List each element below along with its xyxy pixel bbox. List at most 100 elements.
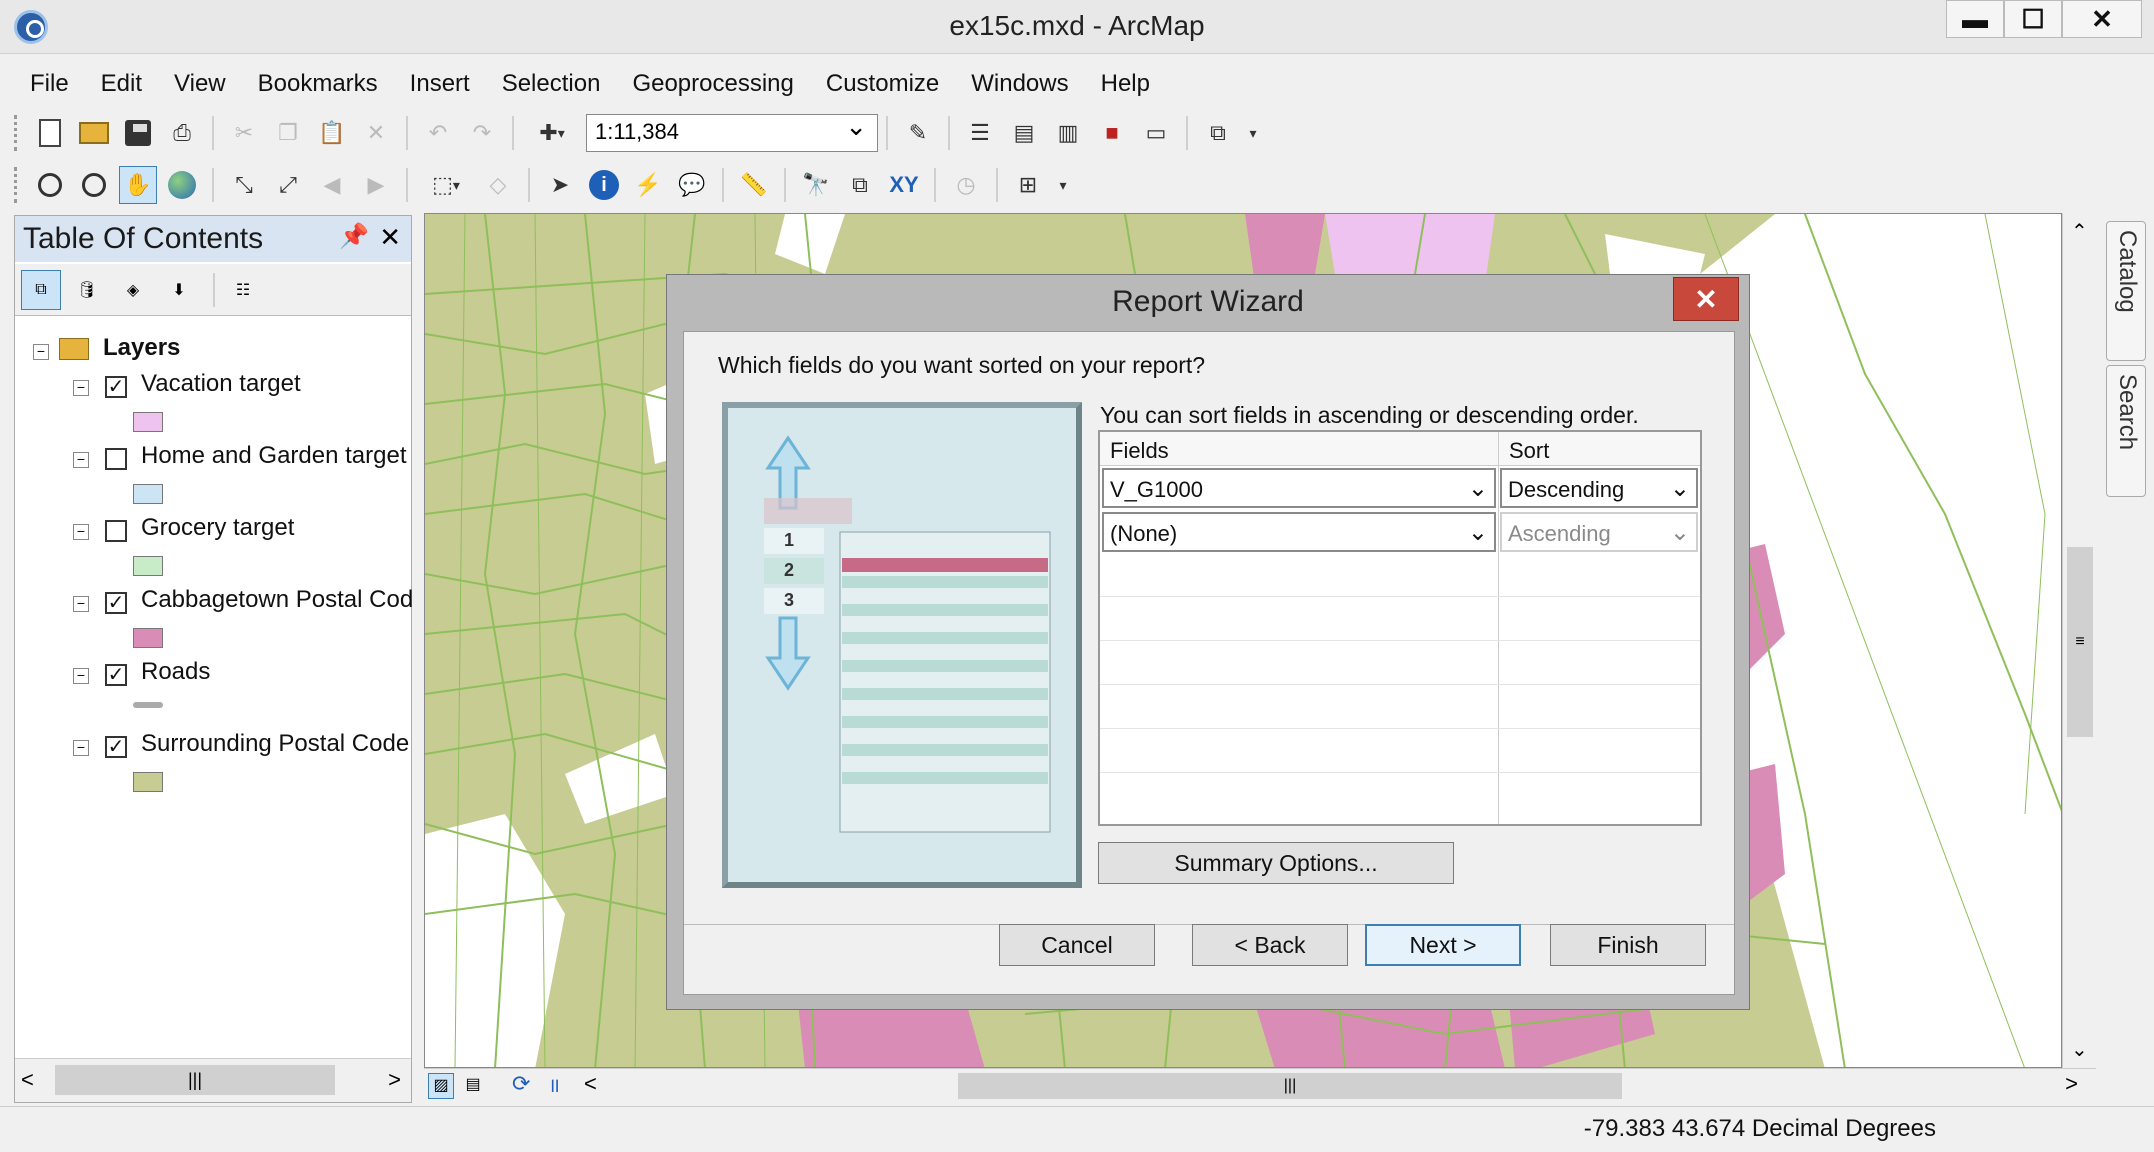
zoom-in-icon[interactable] [31, 166, 69, 204]
layer-symbol-swatch[interactable] [133, 484, 163, 504]
sort-field-select[interactable]: V_G1000 ⌄ [1102, 468, 1496, 508]
scroll-up-icon[interactable]: ⌃ [2071, 219, 2088, 244]
layer-name[interactable]: Vacation target [141, 370, 301, 398]
pin-icon[interactable]: 📌 [339, 222, 369, 251]
list-by-selection-icon[interactable]: ⬇ [159, 270, 199, 310]
menu-customize[interactable]: Customize [810, 70, 955, 98]
paste-icon[interactable]: 📋 [313, 114, 351, 152]
dialog-close-button[interactable]: ✕ [1673, 277, 1739, 321]
python-window-icon[interactable]: ▭ [1137, 114, 1175, 152]
go-to-xy-icon[interactable]: XY [885, 166, 923, 204]
clear-selection-icon[interactable]: ◇ [479, 166, 517, 204]
finish-button[interactable]: Finish [1550, 924, 1706, 966]
scroll-right-icon[interactable]: > [388, 1067, 401, 1093]
scroll-down-icon[interactable]: ⌄ [2071, 1037, 2088, 1062]
toolbar-grip[interactable] [14, 167, 22, 203]
collapse-icon[interactable]: − [73, 596, 89, 612]
select-features-icon[interactable]: ⬚ ▾ [419, 166, 473, 204]
identify-icon[interactable]: i [585, 166, 623, 204]
collapse-icon[interactable]: − [73, 380, 89, 396]
menu-selection[interactable]: Selection [486, 70, 617, 98]
cancel-button[interactable]: Cancel [999, 924, 1155, 966]
collapse-icon[interactable]: − [73, 668, 89, 684]
close-icon[interactable]: ✕ [379, 222, 401, 253]
maximize-button[interactable]: ☐ [2004, 0, 2062, 38]
zoom-out-icon[interactable] [75, 166, 113, 204]
delete-icon[interactable]: ✕ [357, 114, 395, 152]
editor-toolbar-icon[interactable]: ✎ [899, 114, 937, 152]
layer-checkbox[interactable] [105, 520, 127, 542]
collapse-icon[interactable]: − [33, 344, 49, 360]
sort-order-select[interactable]: Descending ⌄ [1500, 468, 1698, 508]
copy-icon[interactable]: ❐ [269, 114, 307, 152]
find-route-icon[interactable]: ⧉ [841, 166, 879, 204]
scrollbar-thumb[interactable]: ≡ [2067, 547, 2093, 737]
arctoolbox-icon[interactable]: ■ [1093, 114, 1131, 152]
search-window-icon[interactable]: ▥ [1049, 114, 1087, 152]
next-button[interactable]: Next > [1365, 924, 1521, 966]
layer-symbol-swatch[interactable] [133, 702, 163, 708]
print-icon[interactable]: ⎙ [163, 114, 201, 152]
layer-name[interactable]: Roads [141, 658, 210, 686]
select-elements-icon[interactable]: ➤ [541, 166, 579, 204]
layer-symbol-swatch[interactable] [133, 772, 163, 792]
back-button[interactable]: < Back [1192, 924, 1348, 966]
menu-geoprocessing[interactable]: Geoprocessing [616, 70, 809, 98]
layer-name[interactable]: Cabbagetown Postal Cod [141, 586, 413, 614]
map-vertical-scrollbar[interactable]: ⌃ ≡ ⌄ [2062, 213, 2096, 1068]
layer-name[interactable]: Grocery target [141, 514, 294, 542]
map-scale-combo[interactable]: 1:11,384 [586, 111, 878, 152]
layer-symbol-swatch[interactable] [133, 412, 163, 432]
collapse-icon[interactable]: − [73, 452, 89, 468]
layers-root-label[interactable]: Layers [103, 334, 180, 362]
layer-checkbox[interactable] [105, 448, 127, 470]
close-window-button[interactable]: ✕ [2062, 0, 2142, 38]
fixed-zoom-out-icon[interactable]: ⤢ [269, 166, 307, 204]
menu-edit[interactable]: Edit [85, 70, 158, 98]
hyperlink-icon[interactable]: ⚡ [629, 166, 667, 204]
refresh-icon[interactable]: ⟳ [512, 1071, 530, 1097]
sort-field-select[interactable]: (None) ⌄ [1102, 512, 1496, 552]
scroll-right-icon[interactable]: > [2065, 1071, 2078, 1097]
time-slider-icon[interactable]: ◷ [947, 166, 985, 204]
redo-icon[interactable]: ↷ [463, 114, 501, 152]
back-extent-icon[interactable]: ◀ [313, 166, 351, 204]
full-extent-icon[interactable] [163, 166, 201, 204]
layer-checkbox[interactable]: ✓ [105, 376, 127, 398]
toolbar-grip[interactable] [14, 115, 22, 151]
toc-horizontal-scrollbar[interactable]: < ||| > [15, 1058, 411, 1102]
list-by-visibility-icon[interactable]: ◈ [113, 270, 153, 310]
fixed-zoom-in-icon[interactable]: ⤡ [225, 166, 263, 204]
layer-checkbox[interactable]: ✓ [105, 664, 127, 686]
list-by-source-icon[interactable]: 🛢 [67, 270, 107, 310]
collapse-icon[interactable]: − [73, 524, 89, 540]
layer-symbol-swatch[interactable] [133, 628, 163, 648]
menu-view[interactable]: View [158, 70, 242, 98]
data-view-icon[interactable]: ▨ [428, 1073, 454, 1099]
modelbuilder-icon[interactable]: ⧉ [1199, 114, 1237, 152]
html-popup-icon[interactable]: 💬 [673, 166, 711, 204]
minimize-button[interactable]: ▬ [1946, 0, 2004, 38]
menu-help[interactable]: Help [1085, 70, 1166, 98]
menu-bookmarks[interactable]: Bookmarks [242, 70, 394, 98]
layer-name[interactable]: Surrounding Postal Code [141, 730, 409, 758]
open-folder-icon[interactable] [75, 114, 113, 152]
save-icon[interactable] [119, 114, 157, 152]
forward-extent-icon[interactable]: ▶ [357, 166, 395, 204]
undo-icon[interactable]: ↶ [419, 114, 457, 152]
layer-checkbox[interactable]: ✓ [105, 736, 127, 758]
options-icon[interactable]: ☷ [223, 270, 263, 310]
catalog-window-icon[interactable]: ▤ [1005, 114, 1043, 152]
list-by-drawing-order-icon[interactable]: ⧉ [21, 269, 61, 310]
pan-icon[interactable]: ✋ [119, 166, 157, 204]
table-of-contents-icon[interactable]: ☰ [961, 114, 999, 152]
add-data-icon[interactable]: ✚ ▾ [525, 114, 579, 152]
toolbar-overflow-icon[interactable]: ▾ [1243, 114, 1263, 152]
toolbar-overflow-icon[interactable]: ▾ [1053, 166, 1073, 204]
layer-symbol-swatch[interactable] [133, 556, 163, 576]
collapse-icon[interactable]: − [73, 740, 89, 756]
search-tab[interactable]: Search [2106, 365, 2146, 497]
layer-name[interactable]: Home and Garden target [141, 442, 407, 470]
measure-icon[interactable]: 📏 [735, 166, 773, 204]
menu-windows[interactable]: Windows [955, 70, 1084, 98]
